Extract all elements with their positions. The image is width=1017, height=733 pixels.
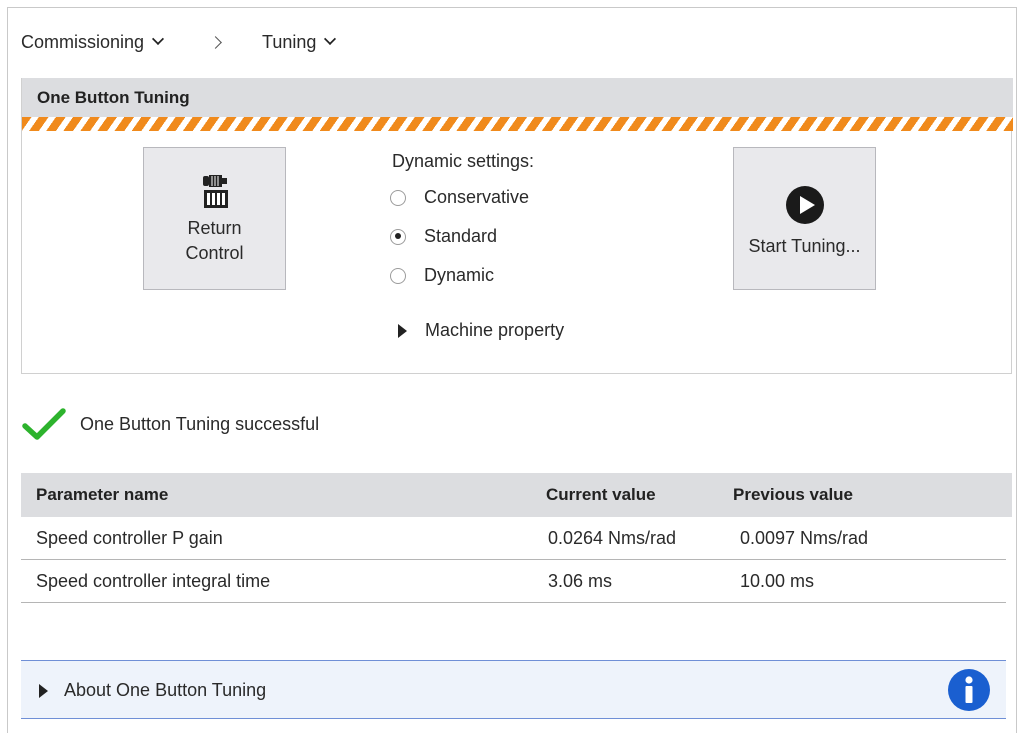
cell-previous-value: 10.00 ms	[740, 571, 815, 591]
radio-button-selected[interactable]	[390, 228, 406, 245]
radio-conservative-label: Conservative	[424, 187, 530, 207]
radio-button[interactable]	[390, 189, 406, 206]
radio-dynamic-label: Dynamic	[424, 265, 495, 285]
breadcrumb-commissioning-label: Commissioning	[21, 31, 145, 52]
about-section-toggle[interactable]: About One Button Tuning	[21, 660, 1006, 719]
expand-triangle-icon	[39, 684, 48, 698]
radio-standard[interactable]: Standard	[390, 226, 497, 247]
panel-title: One Button Tuning	[37, 88, 190, 107]
cell-current-value: 0.0264 Nms/rad	[548, 528, 677, 548]
table-header: Parameter name Current value Previous va…	[21, 473, 1012, 517]
motor-control-icon	[200, 172, 230, 210]
radio-dynamic[interactable]: Dynamic	[390, 265, 494, 286]
breadcrumb-tuning-label: Tuning	[262, 31, 317, 52]
return-control-label-line1: Return	[187, 217, 242, 238]
cell-parameter: Speed controller integral time	[36, 571, 271, 591]
table-row: Speed controller P gain 0.0264 Nms/rad 0…	[21, 517, 1006, 560]
dynamic-settings-label: Dynamic settings:	[392, 151, 535, 171]
breadcrumb: Commissioning Tuning	[21, 28, 337, 56]
results-table: Parameter name Current value Previous va…	[21, 473, 1012, 603]
cell-current-value: 3.06 ms	[548, 571, 613, 591]
cell-parameter: Speed controller P gain	[36, 528, 223, 548]
chevron-down-icon	[152, 32, 165, 46]
breadcrumb-commissioning[interactable]: Commissioning	[21, 31, 165, 53]
chevron-right-icon	[209, 35, 222, 49]
start-tuning-button[interactable]: Start Tuning...	[733, 147, 876, 290]
return-control-label-line2: Control	[185, 242, 244, 263]
table-row: Speed controller integral time 3.06 ms 1…	[21, 560, 1006, 603]
tuning-panel: One Button Tuning Return Control Dynamic…	[21, 78, 1013, 374]
checkmark-icon	[22, 407, 66, 441]
machine-property-label: Machine property	[425, 320, 565, 340]
breadcrumb-tuning[interactable]: Tuning	[262, 31, 337, 53]
play-icon	[785, 186, 824, 224]
info-icon[interactable]	[948, 669, 990, 711]
column-header-current: Current value	[546, 485, 656, 504]
radio-conservative[interactable]: Conservative	[390, 187, 529, 208]
column-header-parameter: Parameter name	[36, 485, 169, 504]
column-header-previous: Previous value	[733, 485, 854, 504]
status-text: One Button Tuning successful	[80, 413, 320, 434]
radio-button[interactable]	[390, 267, 406, 284]
machine-property-toggle[interactable]: Machine property	[398, 320, 564, 341]
panel-header: One Button Tuning	[22, 78, 1013, 117]
radio-standard-label: Standard	[424, 226, 498, 246]
hazard-stripe	[22, 117, 1013, 131]
cell-previous-value: 0.0097 Nms/rad	[740, 528, 869, 548]
about-label: About One Button Tuning	[64, 680, 267, 700]
chevron-down-icon	[324, 32, 337, 46]
return-control-button[interactable]: Return Control	[143, 147, 286, 290]
expand-triangle-icon	[398, 323, 407, 338]
status-message: One Button Tuning successful	[22, 407, 319, 441]
start-tuning-label: Start Tuning...	[748, 236, 861, 256]
